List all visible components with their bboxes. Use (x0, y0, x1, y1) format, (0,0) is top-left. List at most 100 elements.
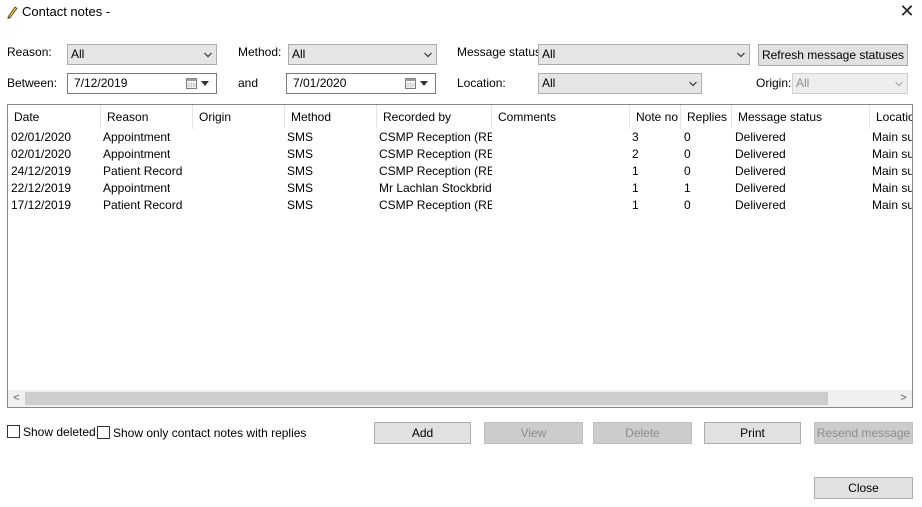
pencil-icon (6, 5, 18, 19)
cell-recorded-by: CSMP Reception (REC- (379, 130, 492, 144)
show-deleted-label[interactable]: Show deleted (23, 425, 96, 439)
scrollbar-thumb[interactable] (25, 392, 828, 405)
cell-message-status: Delivered (735, 164, 786, 178)
contact-notes-window: Contact notes - ✕ Reason: All Method: Al… (0, 0, 922, 507)
cell-note-no: 2 (632, 147, 639, 161)
cell-date: 24/12/2019 (11, 164, 72, 178)
cell-reason: Appointment (103, 181, 171, 195)
and-label: and (238, 76, 259, 90)
cell-replies: 0 (684, 147, 691, 161)
cell-method: SMS (287, 130, 314, 144)
table-row[interactable]: 24/12/2019 Patient Record SMS CSMP Recep… (8, 163, 912, 180)
column-header-recorded-by[interactable]: Recorded by (377, 105, 492, 129)
cell-message-status: Delivered (735, 147, 786, 161)
cell-date: 22/12/2019 (11, 181, 72, 195)
cell-note-no: 1 (632, 181, 639, 195)
cell-date: 02/01/2020 (11, 147, 72, 161)
scroll-left-icon[interactable]: < (8, 390, 25, 407)
add-button[interactable]: Add (374, 422, 471, 444)
cell-note-no: 3 (632, 130, 639, 144)
calendar-icon (186, 78, 197, 89)
cell-method: SMS (287, 164, 314, 178)
origin-select: All (792, 73, 908, 94)
cell-message-status: Delivered (735, 130, 786, 144)
column-header-date[interactable]: Date (8, 105, 101, 129)
chevron-down-icon (895, 81, 903, 87)
column-header-message-status[interactable]: Message status (732, 105, 870, 129)
cell-reason: Patient Record (103, 198, 183, 212)
chevron-down-icon[interactable] (420, 81, 428, 87)
cell-location: Main sur (872, 130, 912, 144)
chevron-down-icon (737, 52, 745, 58)
table-row[interactable]: 17/12/2019 Patient Record SMS CSMP Recep… (8, 197, 912, 214)
cell-method: SMS (287, 147, 314, 161)
grid-header: Date Reason Origin Method Recorded by Co… (8, 105, 912, 129)
cell-replies: 1 (684, 181, 691, 195)
cell-location: Main sur (872, 181, 912, 195)
column-header-comments[interactable]: Comments (492, 105, 630, 129)
origin-label: Origin: (756, 76, 792, 90)
cell-date: 17/12/2019 (11, 198, 72, 212)
cell-reason: Appointment (103, 130, 171, 144)
view-button[interactable]: View (484, 422, 583, 444)
calendar-icon (405, 78, 416, 89)
from-date-picker[interactable]: 7/12/2019 (67, 73, 217, 94)
chevron-down-icon (424, 52, 432, 58)
column-header-method[interactable]: Method (285, 105, 377, 129)
to-date-picker[interactable]: 7/01/2020 (286, 73, 436, 94)
cell-recorded-by: Mr Lachlan Stockbridge (379, 181, 492, 195)
cell-replies: 0 (684, 198, 691, 212)
cell-reason: Appointment (103, 147, 171, 161)
location-select-value: All (542, 76, 556, 90)
to-date-value: 7/01/2020 (293, 76, 347, 90)
cell-location: Main sur (872, 198, 912, 212)
cell-note-no: 1 (632, 198, 639, 212)
cell-date: 02/01/2020 (11, 130, 72, 144)
delete-button[interactable]: Delete (593, 422, 692, 444)
cell-method: SMS (287, 181, 314, 195)
close-button[interactable]: Close (814, 477, 913, 499)
column-header-replies[interactable]: Replies (681, 105, 732, 129)
reason-label: Reason: (7, 45, 52, 59)
column-header-location[interactable]: Location (870, 105, 912, 129)
location-select[interactable]: All (538, 73, 702, 94)
refresh-statuses-button[interactable]: Refresh message statuses (758, 44, 908, 66)
resend-message-button[interactable]: Resend message (814, 422, 913, 444)
from-date-value: 7/12/2019 (74, 76, 128, 90)
table-row[interactable]: 02/01/2020 Appointment SMS CSMP Receptio… (8, 146, 912, 163)
print-button[interactable]: Print (704, 422, 801, 444)
location-label: Location: (457, 76, 506, 90)
cell-location: Main sur (872, 164, 912, 178)
between-label: Between: (7, 76, 58, 90)
chevron-down-icon (204, 52, 212, 58)
chevron-down-icon (689, 81, 697, 87)
table-row[interactable]: 02/01/2020 Appointment SMS CSMP Receptio… (8, 129, 912, 146)
cell-recorded-by: CSMP Reception (REC- (379, 198, 492, 212)
table-row[interactable]: 22/12/2019 Appointment SMS Mr Lachlan St… (8, 180, 912, 197)
cell-recorded-by: CSMP Reception (REC- (379, 147, 492, 161)
horizontal-scrollbar[interactable]: < > (8, 390, 912, 407)
method-select-value: All (292, 47, 306, 61)
origin-select-value: All (796, 76, 810, 90)
column-header-origin[interactable]: Origin (193, 105, 285, 129)
cell-method: SMS (287, 198, 314, 212)
method-label: Method: (238, 45, 282, 59)
contact-notes-grid: Date Reason Origin Method Recorded by Co… (7, 104, 913, 408)
column-header-reason[interactable]: Reason (101, 105, 193, 129)
show-only-replies-checkbox[interactable] (97, 426, 110, 439)
cell-replies: 0 (684, 164, 691, 178)
cell-recorded-by: CSMP Reception (REC- (379, 164, 492, 178)
show-only-replies-label[interactable]: Show only contact notes with replies (113, 426, 306, 440)
method-select[interactable]: All (288, 44, 437, 65)
cell-reason: Patient Record (103, 164, 183, 178)
message-status-select-value: All (542, 47, 556, 61)
scroll-right-icon[interactable]: > (895, 390, 912, 407)
cell-location: Main sur (872, 147, 912, 161)
window-title: Contact notes - (22, 4, 111, 19)
close-icon[interactable]: ✕ (896, 1, 918, 21)
column-header-note-no[interactable]: Note no (630, 105, 681, 129)
show-deleted-checkbox[interactable] (7, 425, 20, 438)
reason-select[interactable]: All (67, 44, 217, 65)
message-status-select[interactable]: All (538, 44, 750, 65)
chevron-down-icon[interactable] (201, 81, 209, 87)
